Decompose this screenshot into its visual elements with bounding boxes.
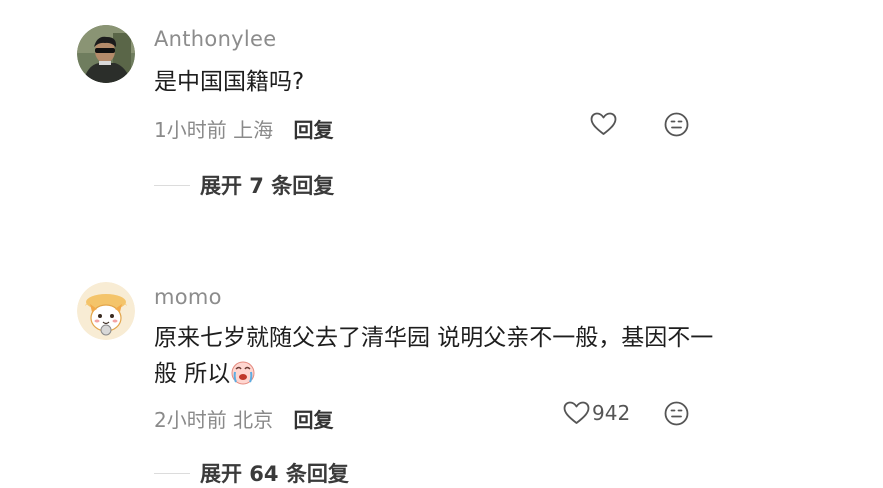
expand-replies-button[interactable]: 展开 7 条回复 (154, 170, 334, 200)
reply-button[interactable]: 回复 (293, 118, 333, 142)
like-count: 942 (592, 401, 631, 425)
comment-time: 2小时前 (154, 408, 227, 432)
divider-line (154, 184, 190, 186)
avatar[interactable] (77, 25, 135, 83)
like-button[interactable] (590, 112, 619, 136)
username[interactable]: momo (154, 285, 222, 309)
avatar[interactable] (77, 282, 135, 340)
neutral-face-icon (664, 401, 689, 426)
comment-meta: 1小时前 上海 回复 (154, 114, 333, 143)
heart-outline-icon (590, 112, 617, 135)
comment-text: 是中国国籍吗? (154, 69, 305, 95)
comment-meta: 2小时前 北京 回复 (154, 404, 333, 433)
expand-replies-button[interactable]: 展开 64 条回复 (154, 458, 349, 488)
comment-location: 北京 (233, 408, 274, 432)
heart-outline-icon (563, 401, 590, 424)
neutral-face-icon (664, 112, 689, 137)
like-button[interactable]: 942 (563, 401, 630, 425)
man-with-sunglasses-avatar-icon (77, 25, 135, 83)
emoji-reaction-button[interactable] (664, 401, 689, 430)
reply-button[interactable]: 回复 (293, 408, 333, 432)
comment-time: 1小时前 (154, 118, 227, 142)
divider-line (154, 472, 190, 474)
emoji-reaction-button[interactable] (664, 112, 689, 141)
comment-text: 原来七岁就随父去了清华园 说明父亲不一般，基因不一般 所以 (154, 320, 714, 397)
expand-replies-label: 展开 64 条回复 (200, 462, 349, 486)
comment-location: 上海 (233, 118, 274, 142)
crying-face-emoji-icon (230, 360, 256, 397)
cartoon-cat-avatar-icon (77, 282, 135, 340)
username[interactable]: Anthonylee (154, 27, 276, 51)
expand-replies-label: 展开 7 条回复 (200, 174, 335, 198)
